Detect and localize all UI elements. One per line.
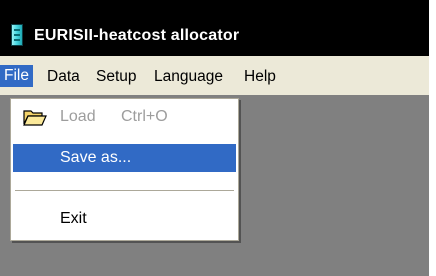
- load-shortcut: Ctrl+O: [121, 108, 168, 125]
- save-as-label: Save as...: [60, 149, 132, 166]
- menu-language[interactable]: Language: [154, 67, 223, 86]
- menu-item-load[interactable]: Load Ctrl+O: [13, 103, 236, 131]
- menu-file[interactable]: File: [0, 65, 33, 87]
- menu-data[interactable]: Data: [47, 67, 80, 86]
- menu-separator: [15, 190, 234, 192]
- menu-item-save-as[interactable]: Save as...: [13, 144, 236, 172]
- title-bar: EURISII-heatcost allocator: [0, 0, 429, 56]
- file-dropdown-menu: Load Ctrl+O Save as... Exit: [10, 98, 239, 241]
- load-label: Load: [60, 108, 96, 125]
- menu-help[interactable]: Help: [244, 67, 276, 86]
- menu-item-exit[interactable]: Exit: [13, 205, 236, 233]
- app-icon: [11, 24, 23, 46]
- menu-setup[interactable]: Setup: [96, 67, 137, 86]
- open-folder-icon: [23, 110, 47, 126]
- exit-label: Exit: [60, 210, 87, 227]
- window-title: EURISII-heatcost allocator: [34, 27, 240, 44]
- menu-bar: File Data Setup Language Help: [0, 56, 429, 96]
